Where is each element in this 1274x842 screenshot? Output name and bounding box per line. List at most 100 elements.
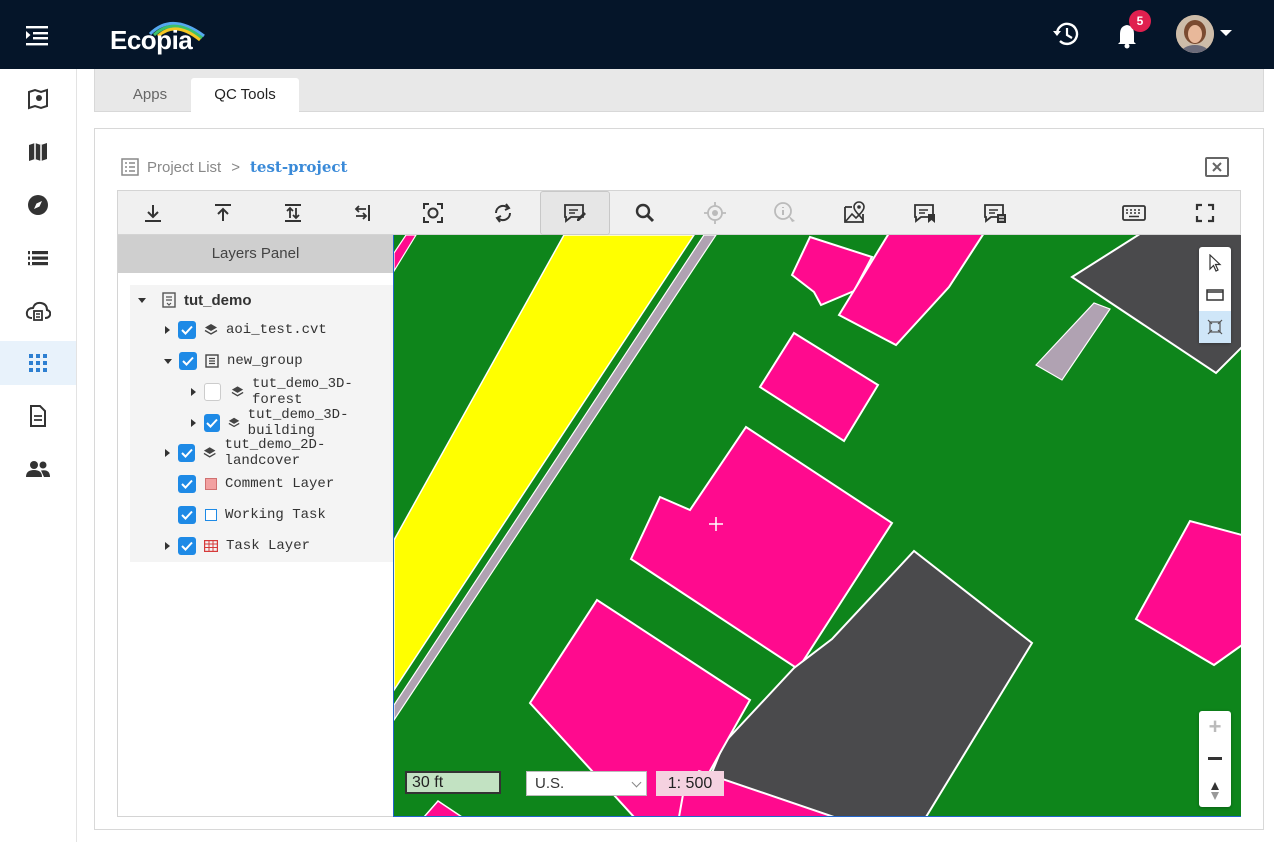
layer-checkbox[interactable] bbox=[204, 414, 220, 432]
comment-swatch-icon bbox=[205, 478, 217, 490]
zoom-in-button[interactable]: + bbox=[1199, 711, 1231, 743]
map-pin-icon[interactable] bbox=[820, 191, 890, 235]
sidebar-item-documents[interactable] bbox=[0, 394, 76, 438]
list-icon bbox=[28, 251, 48, 266]
layer-checkbox[interactable] bbox=[179, 352, 197, 370]
layers-panel-title: Layers Panel bbox=[118, 235, 393, 273]
inspect-icon bbox=[750, 191, 820, 235]
keyboard-icon[interactable] bbox=[1099, 191, 1169, 235]
toolbar bbox=[117, 190, 1241, 235]
document-icon bbox=[30, 405, 46, 427]
sidebar-item-cloud[interactable] bbox=[0, 289, 76, 333]
qc-panel: Project List > test-project Layers Panel… bbox=[94, 128, 1264, 830]
caret-right-icon[interactable] bbox=[165, 542, 170, 550]
layer-checkbox[interactable] bbox=[178, 475, 196, 493]
polygon-select-icon[interactable] bbox=[1199, 311, 1231, 343]
compass-north-icon[interactable] bbox=[1199, 775, 1231, 807]
breadcrumb-current: test-project bbox=[249, 158, 348, 176]
locate-icon bbox=[680, 191, 750, 235]
map-marker-icon bbox=[28, 88, 48, 110]
caret-right-icon[interactable] bbox=[191, 388, 196, 396]
focus-icon[interactable] bbox=[398, 191, 468, 235]
list-view-icon bbox=[121, 158, 139, 176]
history-icon[interactable] bbox=[1051, 18, 1081, 50]
sidebar-item-apps[interactable] bbox=[0, 341, 76, 385]
tree-item-2d-landcover[interactable]: tut_demo_2D-landcover bbox=[165, 437, 393, 469]
cloud-upload-icon bbox=[25, 301, 51, 321]
refresh-icon[interactable] bbox=[468, 191, 538, 235]
pointer-icon[interactable] bbox=[1199, 247, 1231, 279]
tree-item-label: tut_demo_3D-forest bbox=[251, 376, 353, 408]
breadcrumb-separator: > bbox=[231, 158, 240, 176]
comment-edit-icon[interactable] bbox=[540, 191, 610, 235]
tree-item-label: tut_demo bbox=[184, 291, 252, 309]
layer-checkbox[interactable] bbox=[178, 537, 196, 555]
caret-right-icon[interactable] bbox=[165, 326, 170, 334]
layer-checkbox[interactable] bbox=[204, 383, 221, 401]
upload-icon[interactable] bbox=[188, 191, 258, 235]
search-icon[interactable] bbox=[610, 191, 680, 235]
tree-item-new-group[interactable]: new_group bbox=[164, 346, 303, 376]
tree-item-3d-building[interactable]: tut_demo_3D-building bbox=[191, 407, 393, 439]
download-icon[interactable] bbox=[118, 191, 188, 235]
fullscreen-icon[interactable] bbox=[1170, 191, 1240, 235]
units-select-value: U.S. bbox=[535, 775, 565, 792]
notification-badge: 5 bbox=[1129, 10, 1151, 32]
caret-right-icon[interactable] bbox=[191, 419, 196, 427]
top-bar: Ecopia 5 bbox=[0, 0, 1274, 69]
comment-list-icon[interactable] bbox=[960, 191, 1030, 235]
brand-logo[interactable]: Ecopia bbox=[110, 14, 220, 58]
caret-down-icon[interactable] bbox=[138, 297, 146, 303]
zoom-out-button[interactable] bbox=[1199, 743, 1231, 775]
comment-bookmark-icon[interactable] bbox=[890, 191, 960, 235]
units-select[interactable]: U.S. bbox=[526, 771, 647, 796]
tree-item-label: Working Task bbox=[225, 507, 326, 523]
close-icon[interactable] bbox=[1205, 157, 1229, 177]
tab-qc-tools[interactable]: QC Tools bbox=[191, 78, 299, 112]
tree-item-task-layer[interactable]: Task Layer bbox=[165, 531, 310, 561]
users-icon bbox=[26, 461, 50, 477]
tab-bar: Apps QC Tools bbox=[94, 69, 1264, 112]
layers-icon bbox=[203, 447, 216, 458]
tree-item-label: aoi_test.cvt bbox=[226, 322, 327, 338]
project-icon bbox=[162, 292, 176, 308]
layer-checkbox[interactable] bbox=[178, 444, 196, 462]
caret-right-icon[interactable] bbox=[165, 449, 170, 457]
layers-panel: Layers Panel tut_demo aoi_test.cvt new_g… bbox=[117, 235, 393, 817]
tree-item-comment-layer[interactable]: Comment Layer bbox=[178, 469, 334, 499]
group-icon bbox=[205, 354, 219, 368]
tab-apps[interactable]: Apps bbox=[115, 78, 185, 112]
tree-item-label: tut_demo_3D-building bbox=[247, 407, 349, 439]
side-nav bbox=[0, 69, 77, 842]
tree-item-label: tut_demo_2D-landcover bbox=[224, 437, 326, 469]
sidebar-item-map-search[interactable] bbox=[0, 77, 76, 121]
breadcrumb-project-list[interactable]: Project List bbox=[147, 159, 221, 176]
layer-tree: tut_demo aoi_test.cvt new_group tut_demo… bbox=[130, 285, 393, 562]
caret-down-icon[interactable] bbox=[164, 358, 172, 364]
tree-item-label: new_group bbox=[227, 353, 303, 369]
grid-icon bbox=[29, 354, 47, 372]
avatar[interactable] bbox=[1176, 15, 1214, 53]
sidebar-item-users[interactable] bbox=[0, 447, 76, 491]
map-icon bbox=[29, 143, 47, 161]
tree-item-tut-demo[interactable]: tut_demo bbox=[138, 285, 252, 315]
sidebar-item-map[interactable] bbox=[0, 130, 76, 174]
tree-item-aoi-test[interactable]: aoi_test.cvt bbox=[165, 315, 327, 345]
chevron-down-icon[interactable] bbox=[1220, 30, 1232, 36]
tree-item-3d-forest[interactable]: tut_demo_3D-forest bbox=[191, 376, 393, 408]
scale-bar: 30 ft bbox=[405, 771, 501, 794]
chevron-down-icon bbox=[631, 777, 642, 788]
sync-updown-icon[interactable] bbox=[258, 191, 328, 235]
layer-checkbox[interactable] bbox=[178, 506, 196, 524]
sidebar-item-list[interactable] bbox=[0, 236, 76, 280]
map-canvas[interactable]: + 30 ft U.S. 1: 500 bbox=[393, 235, 1241, 817]
rectangle-select-icon[interactable] bbox=[1199, 279, 1231, 311]
zoom-controls: + bbox=[1199, 711, 1231, 807]
tree-item-working-task[interactable]: Working Task bbox=[178, 500, 326, 530]
brand-name: Ecopia bbox=[110, 25, 193, 55]
sidebar-item-explore[interactable] bbox=[0, 183, 76, 227]
layers-icon bbox=[231, 386, 244, 397]
import-icon[interactable] bbox=[328, 191, 398, 235]
menu-expand-icon[interactable] bbox=[22, 22, 52, 48]
layer-checkbox[interactable] bbox=[178, 321, 196, 339]
